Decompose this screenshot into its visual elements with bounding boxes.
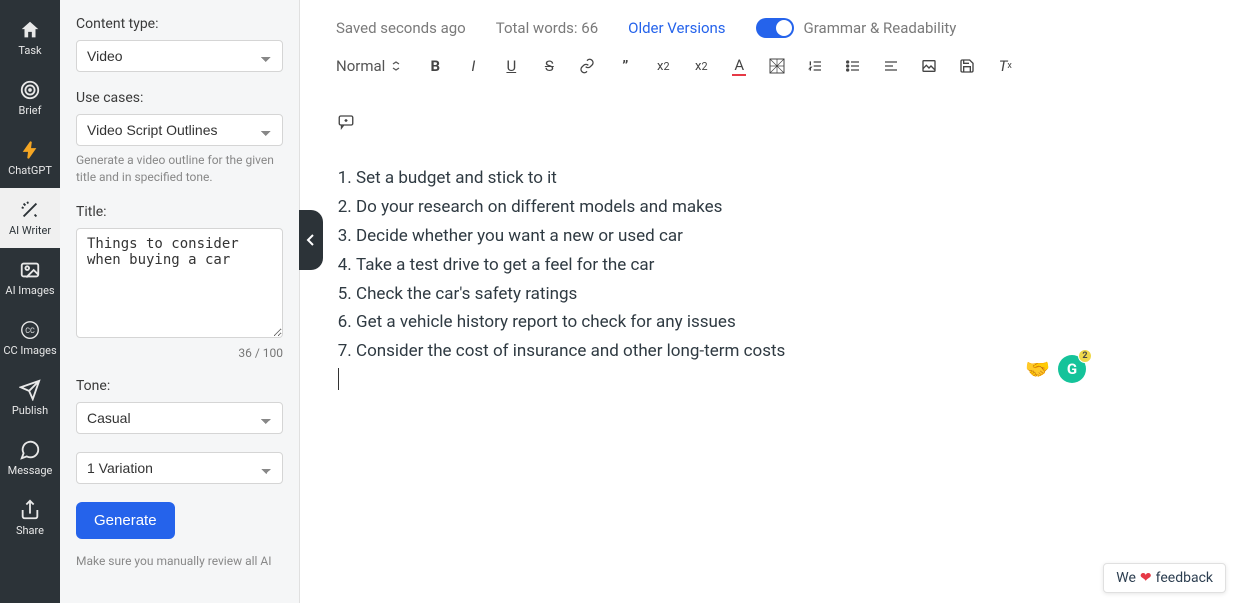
- bold-button[interactable]: B: [425, 56, 445, 76]
- feedback-suffix: feedback: [1156, 570, 1213, 586]
- rail-label: ChatGPT: [8, 164, 52, 177]
- title-input[interactable]: [76, 228, 283, 338]
- tone-label: Tone:: [76, 378, 283, 394]
- comment-icon: [337, 113, 355, 131]
- list-item: Check the car's safety ratings: [356, 280, 1200, 309]
- subscript-button[interactable]: x2: [653, 56, 673, 76]
- older-versions-link[interactable]: Older Versions: [628, 19, 725, 37]
- grammar-label: Grammar & Readability: [804, 19, 957, 37]
- target-icon: [19, 79, 41, 101]
- link-icon: [579, 58, 595, 74]
- chevron-left-icon: [306, 233, 316, 247]
- use-cases-select[interactable]: Video Script Outlines: [76, 114, 283, 146]
- highlight-icon: [769, 58, 785, 74]
- settings-panel: Content type: Video Use cases: Video Scr…: [60, 0, 300, 603]
- content-list: Set a budget and stick to it Do your res…: [336, 164, 1200, 366]
- save-button[interactable]: [957, 56, 977, 76]
- chevron-updown-icon: [391, 61, 401, 71]
- rail-chatgpt[interactable]: ChatGPT: [0, 128, 60, 188]
- rail-label: Share: [16, 524, 44, 537]
- rail-label: Task: [18, 44, 41, 57]
- rail-label: AI Writer: [9, 224, 51, 237]
- title-label: Title:: [76, 204, 283, 220]
- tone-select[interactable]: Casual: [76, 402, 283, 434]
- clear-format-button[interactable]: Tx: [995, 56, 1015, 76]
- home-icon: [19, 19, 41, 41]
- font-color-button[interactable]: A: [729, 56, 749, 76]
- use-cases-label: Use cases:: [76, 90, 283, 106]
- float-widgets: 🤝 G 2: [1025, 355, 1086, 383]
- ol-icon: [807, 58, 823, 74]
- format-value: Normal: [336, 57, 385, 75]
- list-item: Do your research on different models and…: [356, 193, 1200, 222]
- share-icon: [19, 499, 41, 521]
- generate-button[interactable]: Generate: [76, 502, 175, 539]
- grammar-toggle[interactable]: [756, 18, 794, 38]
- grammarly-count: 2: [1078, 349, 1092, 363]
- link-button[interactable]: [577, 56, 597, 76]
- list-item: Take a test drive to get a feel for the …: [356, 251, 1200, 280]
- handshake-icon[interactable]: 🤝: [1025, 357, 1050, 381]
- ordered-list-button[interactable]: [805, 56, 825, 76]
- list-item: Decide whether you want a new or used ca…: [356, 222, 1200, 251]
- text-cursor: [338, 368, 339, 390]
- editor-content[interactable]: Set a budget and stick to it Do your res…: [300, 144, 1236, 415]
- content-type-select[interactable]: Video: [76, 40, 283, 72]
- rail-ai-writer[interactable]: AI Writer: [0, 188, 60, 248]
- wand-icon: [19, 199, 41, 221]
- review-footnote: Make sure you manually review all AI: [76, 553, 283, 570]
- heart-icon: ❤: [1140, 570, 1152, 586]
- saved-status: Saved seconds ago: [336, 19, 466, 37]
- rail-label: Publish: [12, 404, 48, 417]
- message-icon: [19, 439, 41, 461]
- rail-publish[interactable]: Publish: [0, 368, 60, 428]
- chat-icon: [19, 139, 41, 161]
- rail-message[interactable]: Message: [0, 428, 60, 488]
- total-words: Total words: 66: [496, 19, 598, 37]
- main-area: Saved seconds ago Total words: 66 Older …: [300, 0, 1236, 603]
- align-button[interactable]: [881, 56, 901, 76]
- collapse-panel-button[interactable]: [299, 210, 323, 270]
- underline-button[interactable]: U: [501, 56, 521, 76]
- cc-icon: CC: [19, 319, 41, 341]
- insert-image-button[interactable]: [919, 56, 939, 76]
- image-icon: [921, 58, 937, 74]
- save-icon: [959, 58, 975, 74]
- align-icon: [883, 58, 899, 74]
- rail-brief[interactable]: Brief: [0, 68, 60, 128]
- rail-task[interactable]: Task: [0, 8, 60, 68]
- comment-button[interactable]: [336, 112, 356, 132]
- italic-button[interactable]: I: [463, 56, 483, 76]
- title-counter: 36 / 100: [76, 346, 283, 360]
- list-item: Set a budget and stick to it: [356, 164, 1200, 193]
- rail-label: CC Images: [3, 344, 56, 357]
- svg-text:CC: CC: [25, 326, 35, 335]
- send-icon: [19, 379, 41, 401]
- unordered-list-button[interactable]: [843, 56, 863, 76]
- rail-cc-images[interactable]: CC CC Images: [0, 308, 60, 368]
- quote-button[interactable]: ”: [615, 56, 635, 76]
- rail-label: AI Images: [5, 284, 54, 297]
- highlight-button[interactable]: [767, 56, 787, 76]
- strike-button[interactable]: S: [539, 56, 559, 76]
- list-item: Get a vehicle history report to check fo…: [356, 308, 1200, 337]
- format-select[interactable]: Normal: [336, 57, 407, 75]
- sidebar-rail: Task Brief ChatGPT AI Writer AI Images C…: [0, 0, 60, 603]
- grammarly-widget[interactable]: G 2: [1058, 355, 1086, 383]
- use-cases-desc: Generate a video outline for the given t…: [76, 152, 283, 186]
- feedback-button[interactable]: We ❤ feedback: [1103, 563, 1226, 593]
- rail-share[interactable]: Share: [0, 488, 60, 548]
- superscript-button[interactable]: x2: [691, 56, 711, 76]
- rail-ai-images[interactable]: AI Images: [0, 248, 60, 308]
- editor-toolbar: Normal B I U S ” x2 x2 A Tx: [300, 46, 1236, 144]
- image-icon: [19, 259, 41, 281]
- topbar: Saved seconds ago Total words: 66 Older …: [300, 0, 1236, 46]
- variation-select[interactable]: 1 Variation: [76, 452, 283, 484]
- content-type-label: Content type:: [76, 16, 283, 32]
- rail-label: Message: [8, 464, 53, 477]
- rail-label: Brief: [19, 104, 42, 117]
- ul-icon: [845, 58, 861, 74]
- feedback-prefix: We: [1116, 570, 1136, 586]
